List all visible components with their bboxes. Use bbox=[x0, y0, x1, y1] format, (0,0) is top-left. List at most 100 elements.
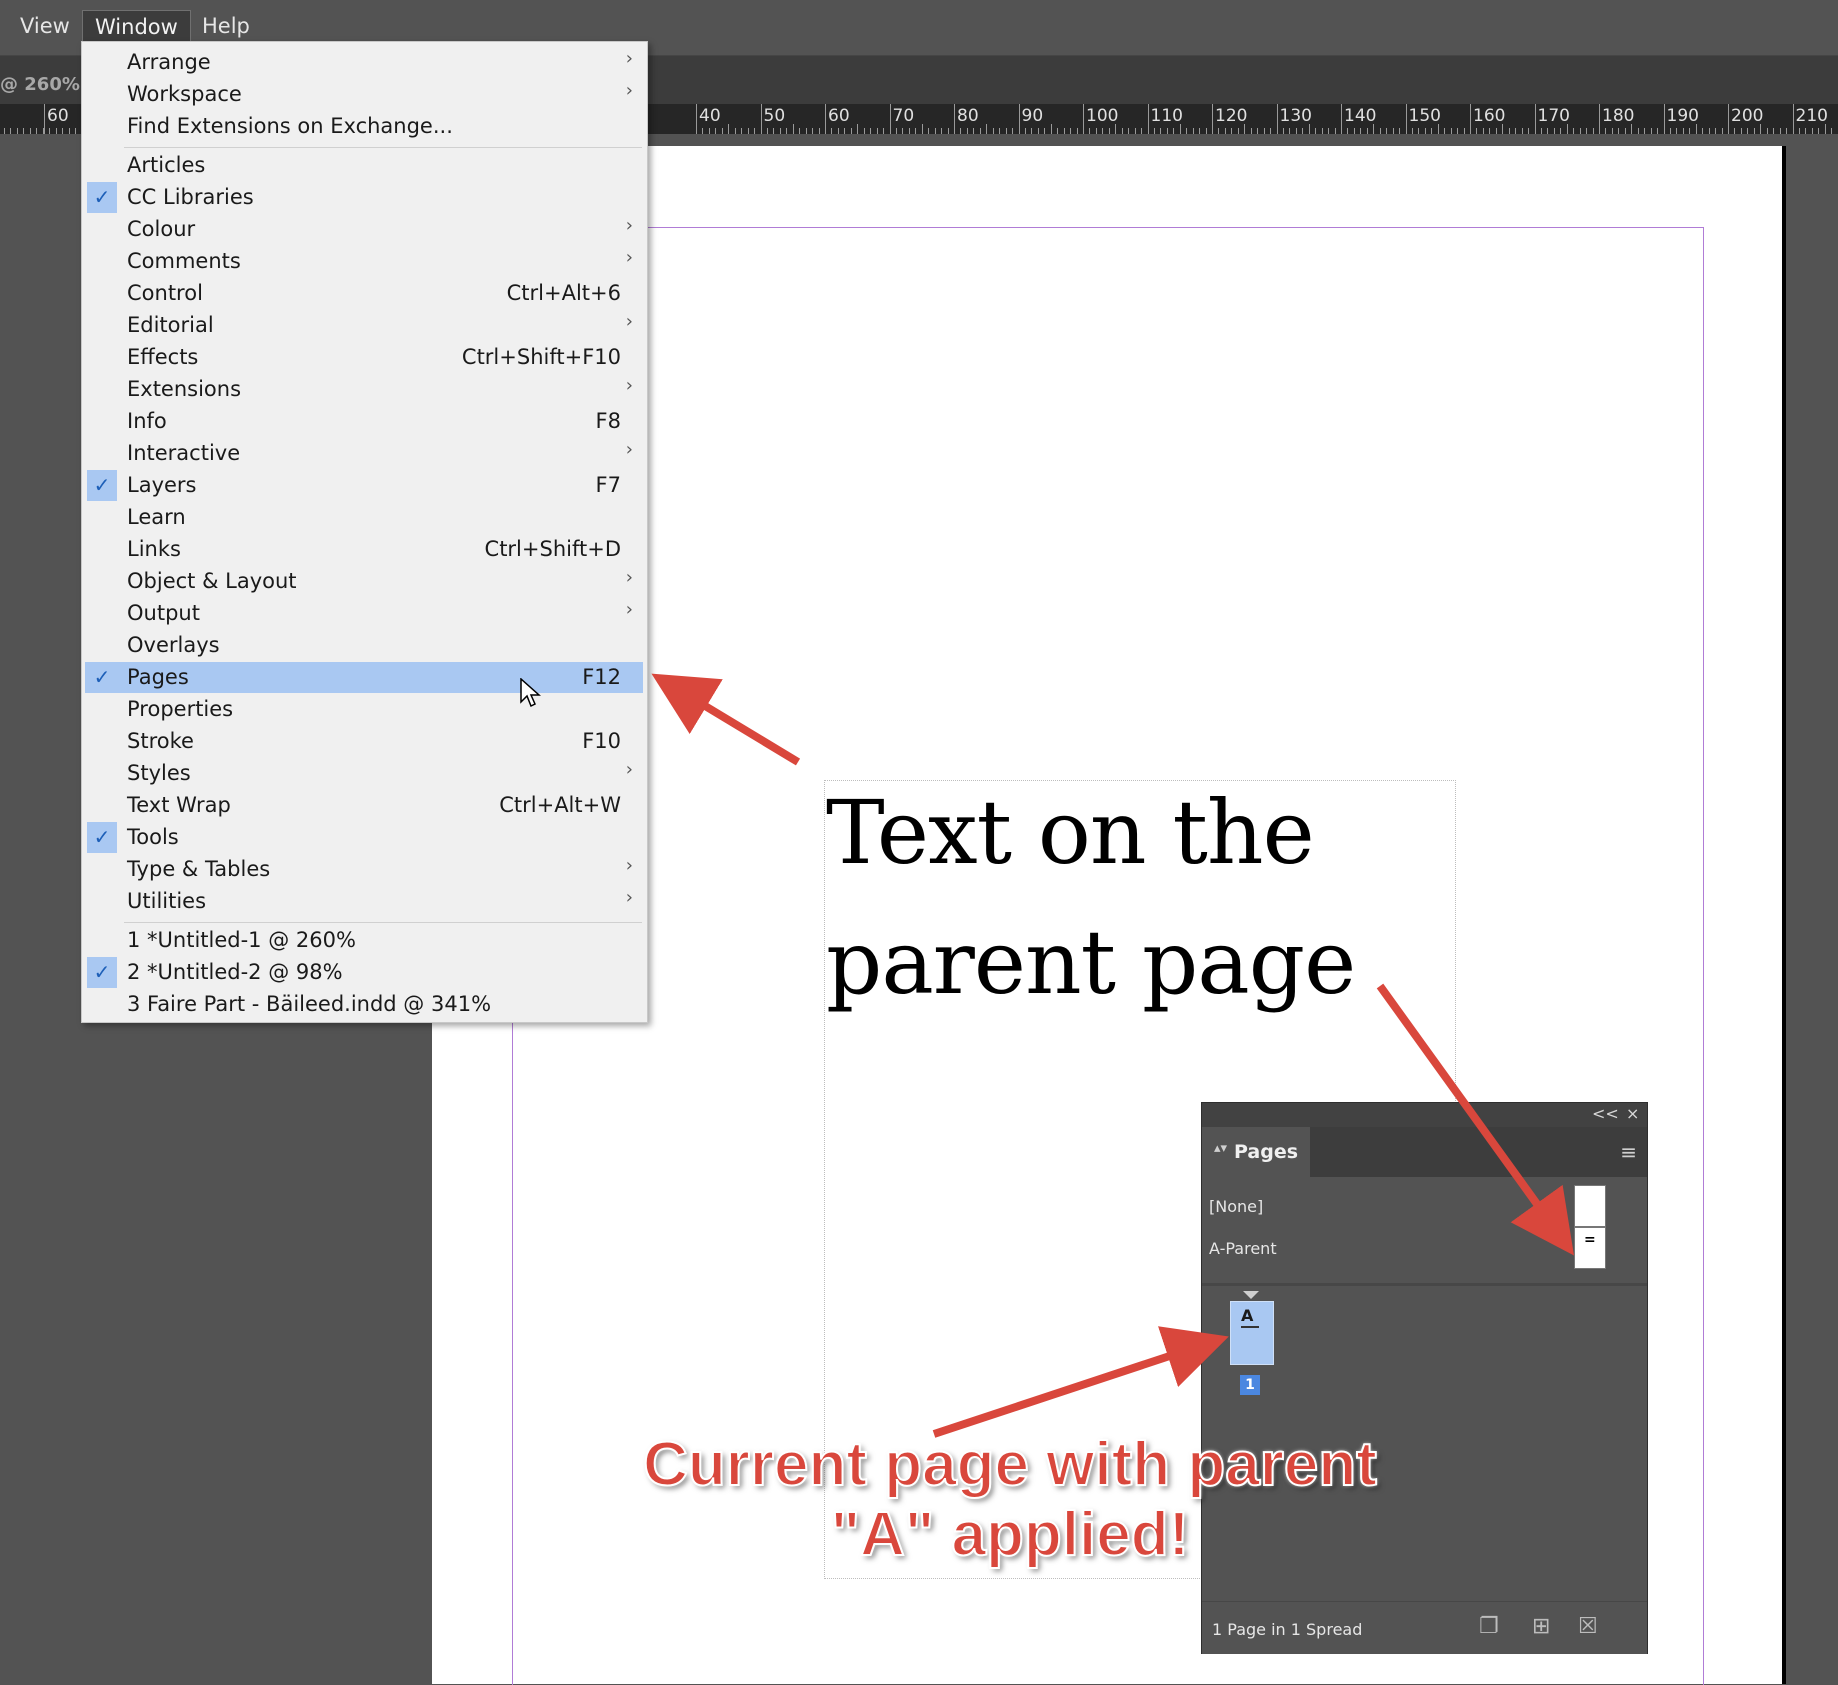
ruler-label: 80 bbox=[957, 106, 979, 126]
menu-item-learn[interactable]: Learn bbox=[85, 502, 643, 533]
window-menu-dropdown: Arrange›Workspace›Find Extensions on Exc… bbox=[81, 41, 648, 1023]
submenu-chevron-icon: › bbox=[626, 439, 633, 460]
menu-item-arrange[interactable]: Arrange› bbox=[85, 47, 643, 78]
menu-item-properties[interactable]: Properties bbox=[85, 694, 643, 725]
annotation-line-2: "A" applied! bbox=[640, 1500, 1380, 1570]
panel-divider[interactable] bbox=[1202, 1283, 1647, 1286]
menu-item-label: Arrange bbox=[127, 50, 211, 74]
menu-window[interactable]: Window bbox=[82, 10, 191, 43]
ruler-major-tick bbox=[1277, 104, 1278, 134]
ruler-major-tick bbox=[1212, 104, 1213, 134]
checkmark-icon: ✓ bbox=[87, 470, 117, 501]
menu-item-object-layout[interactable]: Object & Layout› bbox=[85, 566, 643, 597]
menu-item-label: Text Wrap bbox=[127, 793, 231, 817]
menu-item-links[interactable]: LinksCtrl+Shift+D bbox=[85, 534, 643, 565]
menu-item-label: 3 Faire Part - Bäileed.indd @ 341% bbox=[127, 992, 491, 1016]
menu-item-find-extensions-on-exchange[interactable]: Find Extensions on Exchange... bbox=[85, 111, 643, 142]
menu-item-shortcut: F10 bbox=[582, 729, 621, 753]
menu-item-label: Styles bbox=[127, 761, 191, 785]
menu-item-colour[interactable]: Colour› bbox=[85, 214, 643, 245]
page-thumb-letter: A bbox=[1241, 1306, 1253, 1325]
menu-item-label: Info bbox=[127, 409, 167, 433]
menu-item-1-untitled-1-260[interactable]: 1 *Untitled-1 @ 260% bbox=[85, 925, 643, 956]
menu-item-pages[interactable]: ✓PagesF12 bbox=[85, 662, 643, 693]
panel-menu-icon[interactable]: ≡ bbox=[1620, 1140, 1637, 1164]
menu-item-type-tables[interactable]: Type & Tables› bbox=[85, 854, 643, 885]
parent-a-thumbnail[interactable]: = bbox=[1574, 1227, 1606, 1269]
menu-item-text-wrap[interactable]: Text WrapCtrl+Alt+W bbox=[85, 790, 643, 821]
ruler-minor-tick bbox=[728, 124, 729, 134]
new-page-icon[interactable]: ⊞ bbox=[1532, 1614, 1550, 1639]
menu-item-workspace[interactable]: Workspace› bbox=[85, 79, 643, 110]
menu-item-interactive[interactable]: Interactive › bbox=[85, 438, 643, 469]
annotation-line-1: Current page with parent bbox=[640, 1430, 1380, 1500]
collapse-icon[interactable]: << bbox=[1592, 1104, 1619, 1123]
page-number-badge[interactable]: 1 bbox=[1240, 1375, 1260, 1395]
menu-item-styles[interactable]: Styles › bbox=[85, 758, 643, 789]
menu-item-utilities[interactable]: Utilities› bbox=[85, 886, 643, 917]
parent-equals-icon: = bbox=[1584, 1232, 1596, 1248]
menu-item-label: CC Libraries bbox=[127, 185, 254, 209]
menu-item-shortcut: Ctrl+Alt+6 bbox=[507, 281, 621, 305]
submenu-chevron-icon: › bbox=[626, 215, 633, 236]
menu-item-label: Stroke bbox=[127, 729, 194, 753]
ruler-minor-tick bbox=[1051, 124, 1052, 134]
menu-item-effects[interactable]: EffectsCtrl+Shift+F10 bbox=[85, 342, 643, 373]
parent-none-thumbnail[interactable] bbox=[1574, 1185, 1606, 1227]
menu-item-layers[interactable]: ✓LayersF7 bbox=[85, 470, 643, 501]
menu-item-label: Extensions bbox=[127, 377, 241, 401]
sort-arrows-icon: ▴▾ bbox=[1214, 1141, 1227, 1156]
ruler-major-tick bbox=[1793, 104, 1794, 134]
ruler-major-tick bbox=[825, 104, 826, 134]
heading-line-2: parent page bbox=[826, 898, 1466, 1028]
menu-item-output[interactable]: Output› bbox=[85, 598, 643, 629]
ruler-label: 130 bbox=[1280, 106, 1312, 126]
menu-item-label: Interactive bbox=[127, 441, 240, 465]
menu-item-extensions[interactable]: Extensions› bbox=[85, 374, 643, 405]
menu-item-label: Control bbox=[127, 281, 203, 305]
tab-pages[interactable]: ▴▾ Pages bbox=[1202, 1127, 1310, 1177]
page-1-thumbnail[interactable]: A bbox=[1230, 1301, 1274, 1365]
menu-item-tools[interactable]: ✓Tools bbox=[85, 822, 643, 853]
delete-page-icon[interactable]: ☒ bbox=[1578, 1614, 1598, 1639]
menu-item-control[interactable]: Control Ctrl+Alt+6 bbox=[85, 278, 643, 309]
parent-a-label[interactable]: A-Parent bbox=[1209, 1239, 1277, 1258]
menu-item-label: Pages bbox=[127, 665, 189, 689]
ruler-major-tick bbox=[1083, 104, 1084, 134]
heading-line-1: Text on the bbox=[826, 768, 1466, 898]
menu-item-stroke[interactable]: Stroke F10 bbox=[85, 726, 643, 757]
ruler-major-tick bbox=[1019, 104, 1020, 134]
menu-item-articles[interactable]: Articles bbox=[85, 150, 643, 181]
menu-item-editorial[interactable]: Editorial› bbox=[85, 310, 643, 341]
menu-item-label: Comments bbox=[127, 249, 241, 273]
edit-page-size-icon[interactable]: ❐ bbox=[1479, 1614, 1499, 1639]
close-icon[interactable]: × bbox=[1626, 1104, 1639, 1123]
submenu-chevron-icon: › bbox=[626, 759, 633, 780]
menu-separator bbox=[124, 147, 642, 148]
panel-titlebar[interactable]: << × bbox=[1202, 1103, 1647, 1127]
submenu-chevron-icon: › bbox=[626, 887, 633, 908]
ruler-major-tick bbox=[44, 104, 45, 134]
ruler-label: 190 bbox=[1667, 106, 1699, 126]
parent-none-label[interactable]: [None] bbox=[1209, 1197, 1263, 1216]
menu-item-3-faire-part-b-ileed-indd-341[interactable]: 3 Faire Part - Bäileed.indd @ 341% bbox=[85, 989, 643, 1020]
ruler-label: 140 bbox=[1344, 106, 1376, 126]
menu-item-cc-libraries[interactable]: ✓CC Libraries bbox=[85, 182, 643, 213]
menu-item-overlays[interactable]: Overlays bbox=[85, 630, 643, 661]
menu-separator bbox=[124, 922, 642, 923]
menu-item-comments[interactable]: Comments› bbox=[85, 246, 643, 277]
submenu-chevron-icon: › bbox=[626, 567, 633, 588]
ruler-minor-tick bbox=[986, 124, 987, 134]
menu-item-2-untitled-2-98[interactable]: ✓2 *Untitled-2 @ 98% bbox=[85, 957, 643, 988]
menu-item-label: Properties bbox=[127, 697, 233, 721]
menu-help[interactable]: Help bbox=[190, 10, 262, 42]
menu-view[interactable]: View bbox=[8, 10, 82, 42]
menu-item-label: Links bbox=[127, 537, 181, 561]
parent-page-text[interactable]: Text on the parent page bbox=[826, 768, 1466, 1028]
menu-item-shortcut: F8 bbox=[596, 409, 621, 433]
menu-item-shortcut: F7 bbox=[596, 473, 621, 497]
ruler-major-tick bbox=[1470, 104, 1471, 134]
menu-item-label: Tools bbox=[127, 825, 179, 849]
menu-item-info[interactable]: Info F8 bbox=[85, 406, 643, 437]
menu-item-label: Workspace bbox=[127, 82, 242, 106]
